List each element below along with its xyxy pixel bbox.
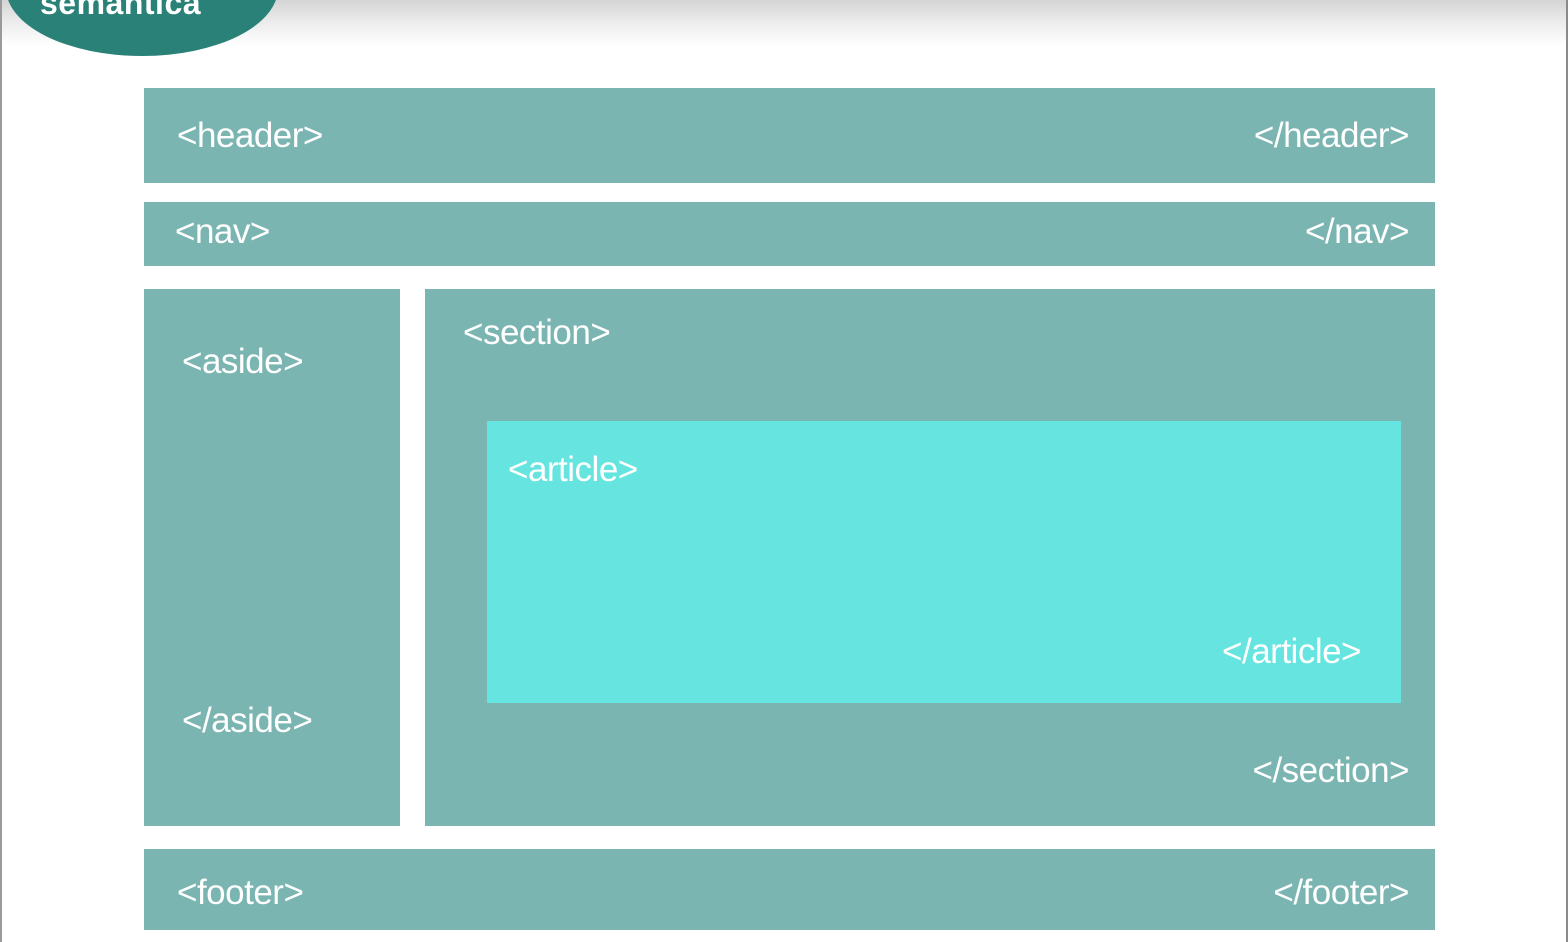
header-close-tag: </header>: [1253, 116, 1410, 155]
nav-close-tag: </nav>: [1304, 212, 1410, 251]
footer-open-tag: <footer>: [177, 873, 304, 912]
article-close-tag: </article>: [1222, 632, 1361, 671]
section-close-tag: </section>: [1252, 751, 1410, 790]
title-badge-label: semantica: [40, 0, 202, 21]
aside-close-tag: </aside>: [182, 701, 313, 740]
header-open-tag: <header>: [177, 116, 323, 155]
slide: semantica <header> </header> <nav> </nav…: [0, 0, 1568, 942]
article-open-tag: <article>: [508, 450, 638, 489]
nav-open-tag: <nav>: [175, 212, 270, 251]
footer-block: [144, 849, 1435, 930]
nav-block: [144, 202, 1435, 266]
left-border: [0, 0, 2, 942]
aside-open-tag: <aside>: [182, 342, 304, 381]
footer-close-tag: </footer>: [1273, 873, 1409, 912]
section-open-tag: <section>: [463, 313, 611, 352]
header-block: [144, 88, 1435, 183]
